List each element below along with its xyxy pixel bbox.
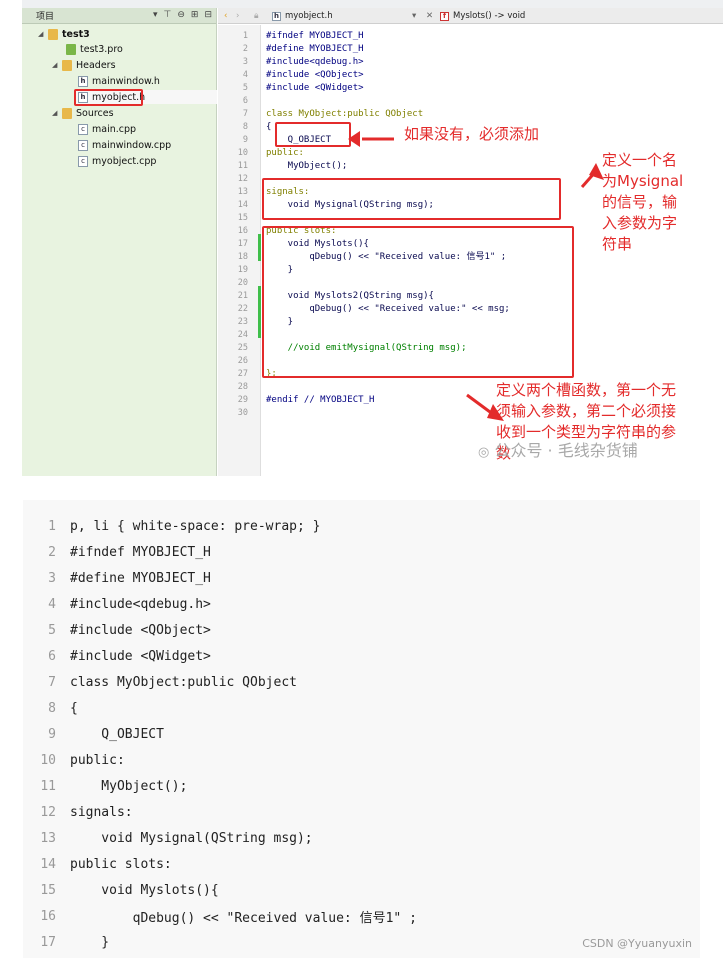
code-row-text: #ifndef MYOBJECT_H: [70, 544, 211, 560]
code-row: 2 #ifndef MYOBJECT_H: [23, 539, 211, 565]
code-row: 14 public slots:: [23, 851, 172, 877]
code-row-text: p, li { white-space: pre-wrap; }: [70, 518, 321, 534]
code-row-number: 8: [48, 700, 56, 716]
code-row-text: Q_OBJECT: [70, 726, 164, 742]
code-row-text: }: [70, 934, 110, 950]
code-row: 13 void Mysignal(QString msg);: [23, 825, 313, 851]
code-row-text: signals:: [70, 804, 133, 820]
code-row-number: 2: [48, 544, 56, 560]
code-row-number: 13: [40, 830, 56, 846]
code-row: 17 }: [23, 929, 109, 955]
code-row: 4 #include<qdebug.h>: [23, 591, 211, 617]
code-row-text: #include <QObject>: [70, 622, 211, 638]
code-row: 15 void Myslots(){: [23, 877, 219, 903]
code-row-number: 9: [48, 726, 56, 742]
code-row-number: 15: [40, 882, 56, 898]
code-row: 16 qDebug() << "Received value: 信号1" ;: [23, 903, 417, 929]
code-block: 1 p, li { white-space: pre-wrap; } 2 #ifnde…: [23, 500, 700, 958]
qt-creator-screenshot: 编辑(E)构建(B)调试(D)Analyze工具(T)控件(W)帮助(H) 项目…: [22, 0, 723, 476]
code-row: 1 p, li { white-space: pre-wrap; }: [23, 513, 320, 539]
code-row-text: void Myslots(){: [70, 882, 219, 898]
code-row-number: 6: [48, 648, 56, 664]
code-row-number: 5: [48, 622, 56, 638]
signal-annotation-line: 入参数为字: [602, 214, 678, 232]
code-row-text: #define MYOBJECT_H: [70, 570, 211, 586]
watermark: ◎ 公众号 · 毛线杂货铺: [478, 437, 638, 461]
code-row-number: 1: [48, 518, 56, 534]
wechat-icon: ◎: [478, 445, 490, 460]
signal-annotation: 定义一个名 为Mysignal 的信号，输 入参数为字 符串: [602, 150, 683, 255]
signal-annotation-line: 定义一个名: [602, 151, 678, 169]
code-row-text: {: [70, 700, 78, 716]
signal-annotation-line: 符串: [602, 235, 633, 253]
code-row: 7 class MyObject:public QObject: [23, 669, 297, 695]
code-row: 11 MyObject();: [23, 773, 187, 799]
code-row: 5 #include <QObject>: [23, 617, 211, 643]
code-row-text: qDebug() << "Received value: 信号1" ;: [70, 910, 417, 926]
code-row-number: 14: [40, 856, 56, 872]
code-row-number: 4: [48, 596, 56, 612]
watermark-text: 公众号 · 毛线杂货铺: [494, 441, 638, 460]
code-row-number: 16: [40, 908, 56, 924]
code-row-text: class MyObject:public QObject: [70, 674, 297, 690]
slots-annotation-line: 须输入参数，第二个必须接: [496, 402, 677, 420]
code-row: 10 public:: [23, 747, 125, 773]
code-row-text: #include<qdebug.h>: [70, 596, 211, 612]
code-row-text: public:: [70, 752, 125, 768]
signal-annotation-line: 为Mysignal: [602, 172, 684, 190]
code-row: 3 #define MYOBJECT_H: [23, 565, 211, 591]
code-row-number: 17: [40, 934, 56, 950]
code-row-number: 7: [48, 674, 56, 690]
code-row-number: 10: [40, 752, 56, 768]
code-row: 12 signals:: [23, 799, 133, 825]
code-row-number: 11: [40, 778, 56, 794]
code-row-text: public slots:: [70, 856, 172, 872]
csdn-credit: CSDN @Yyuanyuxin: [582, 937, 692, 950]
code-row: 8{: [23, 695, 78, 721]
code-row-number: 12: [40, 804, 56, 820]
slots-annotation-line: 定义两个槽函数，第一个无: [496, 381, 677, 399]
code-row-text: void Mysignal(QString msg);: [70, 830, 313, 846]
code-row-text: MyObject();: [70, 778, 188, 794]
code-row: 6 #include <QWidget>: [23, 643, 211, 669]
code-row: 9 Q_OBJECT: [23, 721, 164, 747]
code-row-text: #include <QWidget>: [70, 648, 211, 664]
q-object-annotation: 如果没有，必须添加: [404, 125, 540, 143]
signal-annotation-line: 的信号，输: [602, 193, 678, 211]
code-row-number: 3: [48, 570, 56, 586]
